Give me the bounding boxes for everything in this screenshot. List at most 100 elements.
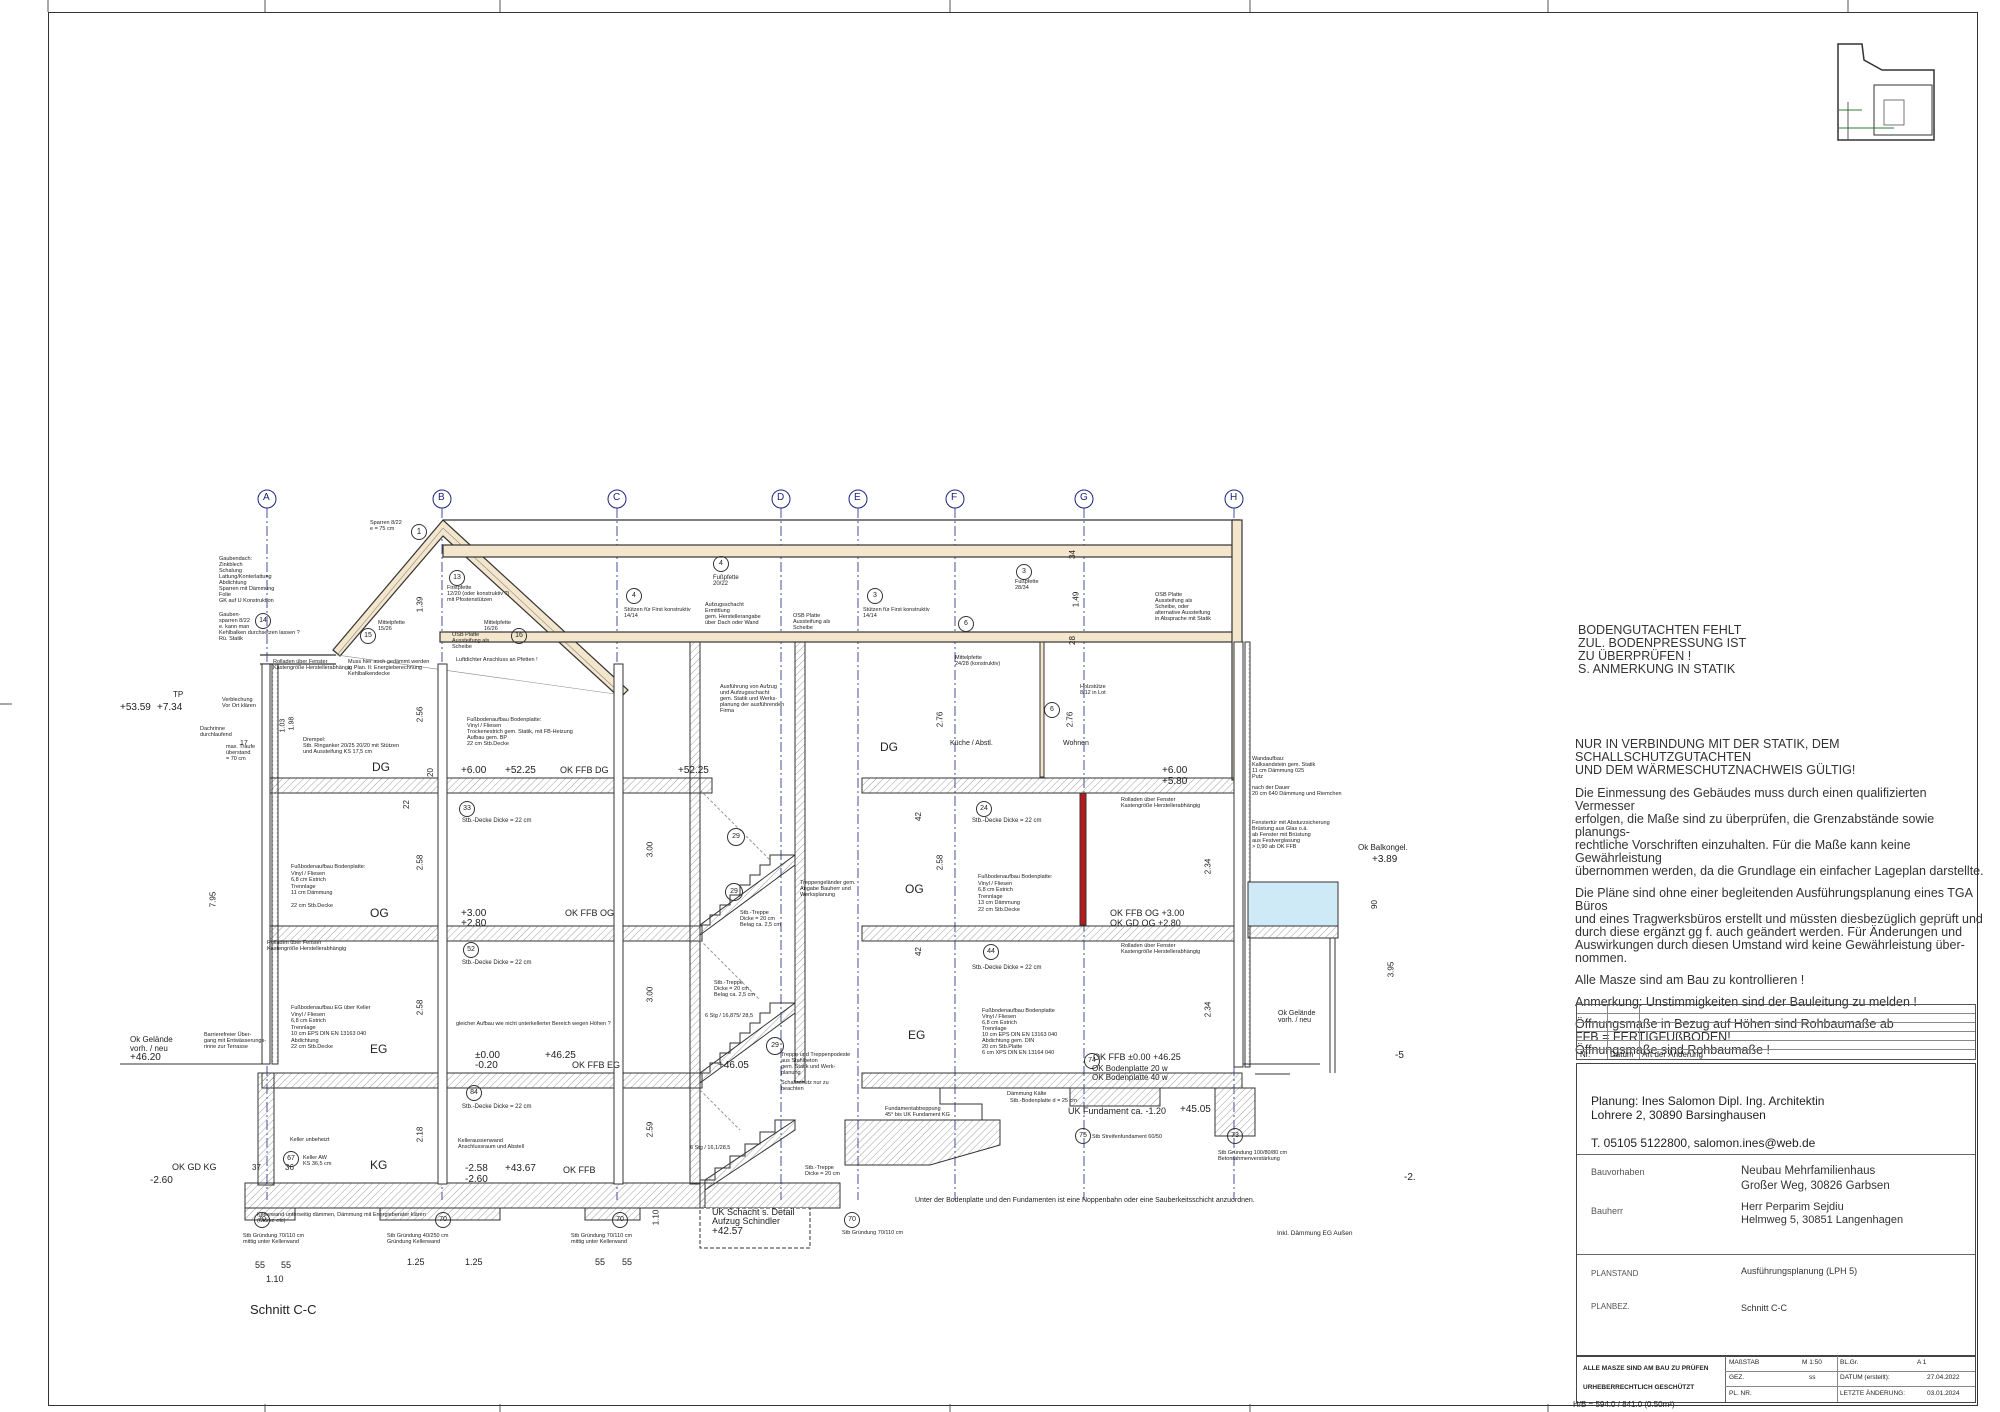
label-gruendung-mid: Stb Gründung 40/250 cm Gründung Kellerwa…	[387, 1233, 449, 1245]
label-mittelpfette: Mittelpfette 15/26	[378, 620, 405, 632]
dim-90: 90	[1369, 900, 1379, 909]
axis-label-c: C	[613, 492, 621, 503]
dim-3-95: 3.95	[1386, 961, 1396, 978]
label-pfette-left: Firstpfette 12/20 (oder konstruktiv ?) m…	[447, 585, 510, 603]
label-mittelpfette-right: Mittelpfette 24/28 (konstruktiv)	[955, 655, 1001, 667]
level-kg-left: -2.58	[465, 1163, 488, 1174]
level-balkongel: Ok Balkongel.	[1358, 843, 1408, 852]
value-bauherr: Herr Perparim Sejdiu Helmweg 5, 30851 La…	[1741, 1201, 1904, 1226]
label-ausfuehrung-aufzug: Ausführung von Aufzug und Aufzugsschacht…	[720, 684, 785, 714]
label-fussboden-right-og: Fußbodenaufbau Bodenplatte: Vinyl / Flie…	[978, 874, 1053, 913]
revision-table: Nr. Datum Art der Änderung	[1576, 1004, 1976, 1060]
level-right-dg2: +5.80	[1162, 776, 1188, 787]
marker-6-b: 6	[1044, 702, 1060, 718]
label-rolladen-eg: Rolladen über Fenster Kastengröße Herste…	[1121, 943, 1201, 955]
value-planbez: Schnitt C-C	[1741, 1303, 1788, 1313]
label-stb-decke-og: Stb.-Decke Dicke = 22 cm	[462, 818, 532, 824]
dim-55-c: 55	[595, 1257, 606, 1267]
storey-dg-right: DG	[880, 740, 898, 754]
notes-p1: Die Einmessung des Gebäudes muss durch e…	[1575, 786, 1984, 878]
level-d-eg: +46.05	[718, 1060, 749, 1071]
dim-55-d: 55	[622, 1257, 633, 1267]
dim-1-25-a: 1.25	[407, 1257, 425, 1267]
level-right-dg: +6.00	[1162, 765, 1188, 776]
label-wandaufbau: Wandaufbau: Kalksandstein gem. Statik 11…	[1252, 756, 1316, 780]
label-bauherr: Bauherr	[1591, 1206, 1624, 1216]
level-uk-fundament: UK Fundament ca. -1.20	[1068, 1106, 1167, 1116]
marker-13: 13	[449, 570, 465, 586]
label-daemmung: Dämmung Kälte	[1007, 1091, 1047, 1097]
dim-1-49: 1.49	[1071, 591, 1081, 608]
label-drempel: Drempel: Stb. Ringanker 20/25 20/20 mit …	[303, 737, 400, 755]
label-sparren: Sparren 8/22 e = 75 cm	[370, 520, 402, 532]
dim-42-og: 42	[913, 812, 923, 821]
value-planstand: Ausführungsplanung (LPH 5)	[1741, 1266, 1858, 1276]
dim-1-39: 1.39	[415, 596, 425, 613]
dim-2-34-eg: 2.34	[1203, 1001, 1213, 1018]
label-dg-ceiling-note: Luftdichter Anschluss an Pfetten !	[456, 657, 538, 663]
dim-1-98: 1.98	[288, 716, 296, 731]
level-tp-val: +53.59	[120, 702, 151, 713]
blgr-value: A 1	[1917, 1359, 1927, 1366]
label-stuetzen: Stützen für First konstruktiv 14/14	[624, 607, 691, 619]
blgr-label: BL.Gr.	[1840, 1359, 1859, 1366]
label-fussboden-right-eg: Fußbodenaufbau Bodenplatte Vinyl / Flies…	[982, 1008, 1058, 1056]
marker-29-og: 29	[727, 828, 745, 846]
storey-eg-right: EG	[908, 1028, 926, 1042]
gez-label: GEZ.	[1729, 1374, 1745, 1381]
storey-og-right: OG	[905, 882, 924, 896]
level-kg-abs: +43.67	[505, 1163, 536, 1174]
level-ok-ffb-dg: OK FFB DG	[560, 765, 609, 775]
label-stb-decke-right-og: Stb.-Decke Dicke = 22 cm	[972, 818, 1042, 824]
label-treppenpodest: Treppe und Treppenpodeste aus Stahlbeton…	[781, 1052, 851, 1076]
notes-p3: Alle Masze sind am Bau zu kontrollieren …	[1575, 973, 1805, 987]
revision-col-datum: Datum	[1610, 1050, 1634, 1059]
label-treppe-eg: Stb.-Treppe Dicke = 20 cm Belag ca. 2,5 …	[714, 980, 755, 998]
label-gruendung-mid2: Stb Gründung 70/110 cm mittig unter Kell…	[571, 1233, 633, 1245]
axis-label-h: H	[1230, 492, 1238, 503]
level-ok-gd-kg-val: -2.60	[150, 1175, 173, 1186]
marker-74: 74	[1084, 1053, 1100, 1069]
level-kg-left2: -2.60	[465, 1174, 488, 1185]
dim-55-a: 55	[255, 1260, 266, 1270]
marker-14: 14	[255, 613, 271, 629]
label-barrierefrei: Barrierefreier Über- gang mit Entwässeru…	[204, 1032, 267, 1050]
marker-29-kg: 29	[766, 1037, 784, 1055]
label-gleichter-aufbau: gleicher Aufbau wie nicht unterkellerter…	[456, 1021, 611, 1027]
label-bauvorhaben: Bauvorhaben	[1591, 1167, 1645, 1177]
letzte-label: LETZTE ÄNDERUNG:	[1840, 1390, 1906, 1397]
label-stb-decke-kg: Stb.-Decke Dicke = 22 cm	[462, 1104, 532, 1110]
marker-52: 52	[463, 942, 479, 958]
level-ok-ffb-kg: OK FFB	[563, 1165, 596, 1175]
label-ueberstand: Verblechung Vor Ort klären	[222, 697, 256, 709]
label-stb-decke-right-eg: Stb.-Decke Dicke = 22 cm	[972, 965, 1042, 971]
level-ok-bodenplatte2: OK Bodenplatte 40 w	[1092, 1073, 1168, 1082]
label-nach-statik: nach der Dauer 20 cm 640 Dämmung und Rie…	[1252, 785, 1342, 797]
dim-55-b: 55	[281, 1260, 292, 1270]
label-kellerwand: Kellerwand unterseitig dämmen, Dämmung m…	[257, 1212, 426, 1224]
dim-37: 37	[252, 1163, 261, 1172]
label-fusspfette: Fußpfette 20/22	[713, 575, 739, 587]
label-treppengelaender: Treppengeländer gem. Angabe Bauherr und …	[800, 880, 856, 898]
storey-eg-left: EG	[370, 1042, 388, 1056]
level-gelaende-right: Ok Gelände vorh. / neu	[1278, 1010, 1316, 1024]
axis-label-b: B	[438, 492, 445, 503]
datum-value: 27.04.2022	[1927, 1374, 1960, 1381]
marker-67: 67	[283, 1151, 299, 1167]
key-plan	[1834, 40, 1942, 148]
label-osb-left: OSB Platte Aussteifung als Scheibe	[452, 632, 490, 650]
balcony	[1247, 881, 1339, 1073]
dim-minus5-right: -5	[1395, 1050, 1404, 1061]
label-kelleraussenwand: Kelleraussenwand Anschlussraum und Abste…	[458, 1138, 525, 1150]
label-aufzugschacht: Aufzugsschacht Ermittlung gem. Herstelle…	[705, 602, 761, 626]
value-bauvorhaben: Neubau Mehrfamilienhaus Großer Weg, 3082…	[1741, 1165, 1890, 1192]
dim-2-59: 2.59	[645, 1121, 655, 1138]
dim-2-34-og: 2.34	[1203, 858, 1213, 875]
label-stg-kg: 6 Stg / 16,1/28,5	[690, 1145, 731, 1151]
label-fensterbrueestung: Fenstertür mit Absturzsicherung Brüstung…	[1252, 820, 1330, 850]
label-keller-aw: Keller AW KS 36,5 cm	[303, 1155, 332, 1167]
label-planstand: PLANSTAND	[1591, 1269, 1639, 1278]
marker-3-top: 3	[1016, 564, 1032, 580]
marker-70-b: 70	[435, 1212, 451, 1228]
title-block: Planung: Ines Salomon Dipl. Ing. Archite…	[1576, 1063, 1976, 1357]
